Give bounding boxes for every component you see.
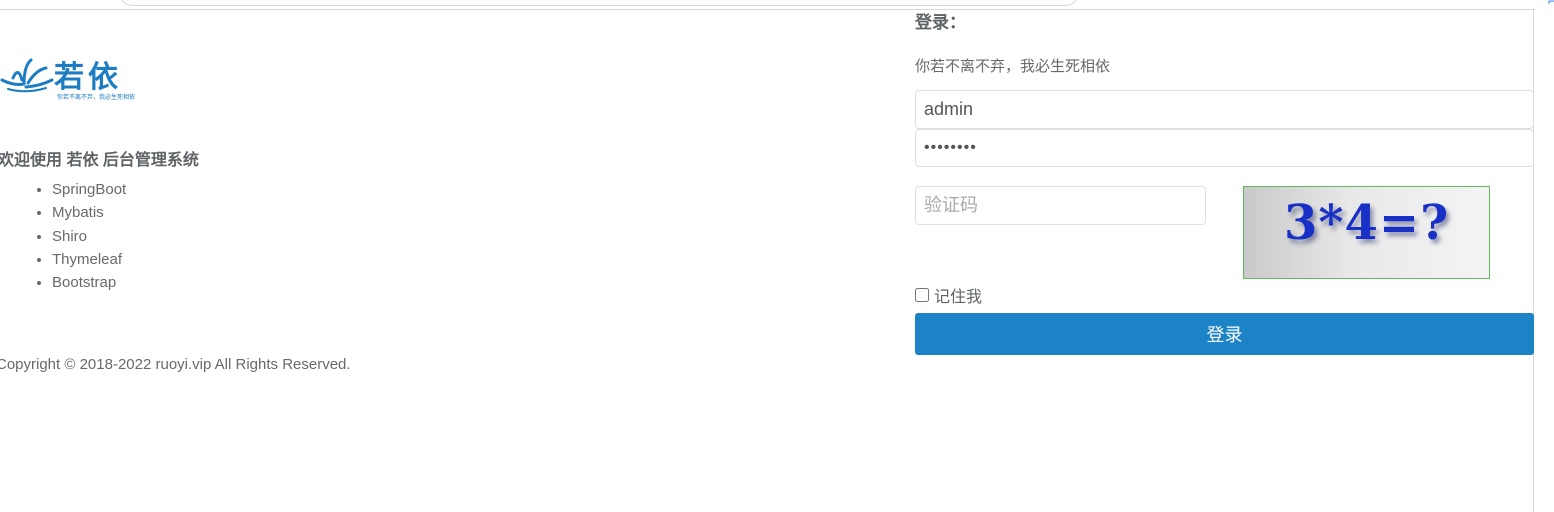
logo-slogan: 你若不离不弃，我必生死相依 [57, 95, 136, 101]
corner-mark-icon: ⌐ [1548, 0, 1554, 8]
login-page: ⌐ 若依 你若不离不弃，我必生死相依 欢迎使用 若依 后台管理系统 Spring… [0, 0, 1554, 512]
right-divider [1533, 9, 1534, 512]
ruoyi-logo: 若依 你若不离不弃，我必生死相依 [0, 56, 150, 106]
captcha-input[interactable] [915, 186, 1206, 225]
username-input[interactable] [915, 90, 1534, 129]
remember-me-label: 记住我 [934, 289, 983, 306]
login-subtitle: 你若不离不弃，我必生死相依 [915, 58, 1111, 75]
technology-list: SpringBoot Mybatis Shiro Thymeleaf Boots… [0, 178, 126, 294]
list-item: SpringBoot [52, 178, 126, 201]
list-item: Mybatis [52, 201, 126, 224]
password-input[interactable] [915, 129, 1534, 167]
login-title: 登录： [915, 13, 966, 32]
logo-text: 若依 [54, 60, 122, 95]
list-item: Shiro [52, 225, 126, 248]
login-button[interactable]: 登录 [915, 313, 1534, 355]
list-item: Bootstrap [52, 271, 126, 294]
remember-me-checkbox[interactable] [915, 288, 929, 302]
remember-me[interactable]: 记住我 [914, 283, 982, 307]
captcha-text: 3*4=? [1284, 195, 1450, 251]
copyright-text: Copyright © 2018-2022 ruoyi.vip All Righ… [0, 356, 351, 373]
lotus-icon [0, 58, 54, 93]
welcome-heading: 欢迎使用 若依 后台管理系统 [0, 152, 199, 169]
top-divider [0, 9, 1535, 10]
captcha-image[interactable]: 3*4=? [1243, 186, 1490, 279]
browser-address-bar[interactable] [118, 0, 1080, 6]
list-item: Thymeleaf [52, 248, 126, 271]
